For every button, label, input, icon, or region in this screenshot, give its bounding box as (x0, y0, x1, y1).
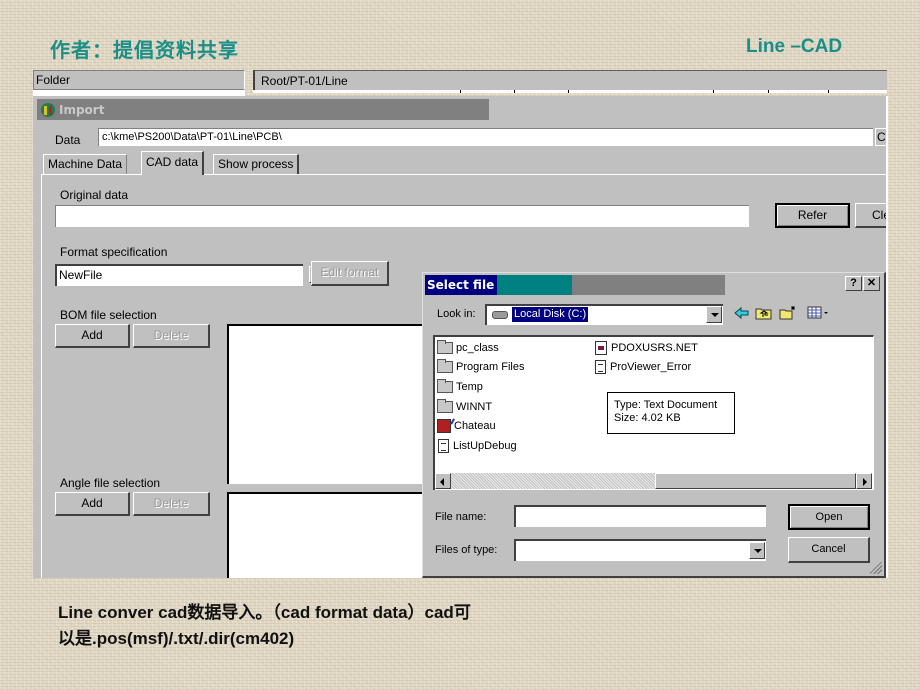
bom-add-button[interactable]: Add (55, 324, 130, 348)
caption-line-2: 以是.pos(msf)/.txt/.dir(cm402) (58, 629, 295, 648)
look-in-value: Local Disk (C:) (510, 306, 590, 323)
list-item[interactable]: pc_class (437, 339, 499, 357)
open-button[interactable]: Open (788, 504, 870, 530)
file-name: Program Files (456, 361, 525, 373)
file-name: ListUpDebug (453, 440, 517, 452)
tab-panel-border-left (41, 174, 42, 578)
new-folder-icon[interactable] (779, 305, 797, 321)
look-in-select[interactable]: Local Disk (C:) (485, 304, 723, 325)
text-document-icon (438, 439, 449, 453)
original-data-field[interactable] (55, 205, 749, 227)
clear-button[interactable]: Clear (855, 203, 886, 228)
scroll-left-icon[interactable] (435, 473, 451, 489)
folder-icon (437, 399, 453, 413)
scroll-track[interactable] (451, 473, 856, 489)
data-side-button[interactable]: C (875, 128, 886, 146)
refer-button[interactable]: Refer (775, 203, 850, 228)
slide-title-topic: Line –CAD (746, 36, 843, 57)
folder-column-header[interactable]: Folder (33, 70, 245, 90)
list-item[interactable]: Chateau (437, 417, 496, 435)
scroll-right-icon[interactable] (856, 473, 872, 489)
bom-delete-button[interactable]: Delete (133, 324, 210, 348)
file-name: WINNT (456, 401, 493, 413)
file-tooltip: Type: Text Document Size: 4.02 KB (607, 392, 735, 434)
close-button[interactable]: ✕ (863, 276, 880, 291)
files-of-type-select[interactable] (514, 539, 766, 561)
titlebar-gradient (497, 275, 572, 295)
edit-format-button[interactable]: Edit format (311, 261, 389, 286)
help-button[interactable]: ? (845, 276, 862, 291)
list-item[interactable]: Program Files (437, 358, 524, 376)
format-spec-select[interactable]: NewFile (55, 264, 325, 286)
original-data-label: Original data (60, 188, 129, 202)
column-header-divider (253, 90, 887, 93)
tooltip-size: Size: 4.02 KB (614, 412, 681, 424)
bom-file-label: BOM file selection (60, 308, 157, 322)
look-in-label: Look in: (437, 308, 476, 320)
list-item[interactable]: ListUpDebug (438, 437, 517, 455)
import-title: Import (59, 102, 105, 117)
angle-file-label: Angle file selection (60, 476, 161, 490)
slide-title-author: 作者：提倡资料共享 (50, 38, 239, 62)
view-menu-icon[interactable] (807, 305, 831, 321)
file-name-label: File name: (435, 511, 487, 523)
tab-machine-data[interactable]: Machine Data (43, 154, 128, 174)
list-item[interactable]: WINNT (437, 398, 492, 416)
bom-file-list[interactable] (227, 324, 427, 484)
titlebar-gradient-end (572, 275, 725, 295)
tab-show-process[interactable]: Show process (213, 154, 300, 174)
select-file-dialog: Select file ? ✕ Look in: Local Disk (C:)… (422, 272, 886, 578)
resize-grip[interactable] (870, 562, 882, 574)
caption-line-1: Line conver cad数据导入。（cad format data）cad… (58, 603, 471, 622)
file-list[interactable]: pc_class Program Files Temp WINNT Chatea… (433, 335, 874, 490)
chevron-down-icon[interactable] (749, 542, 765, 559)
text-document-icon (595, 360, 606, 374)
slide-caption: Line conver cad数据导入。（cad format data）cad… (58, 600, 471, 652)
scroll-thumb[interactable] (655, 473, 856, 489)
list-item[interactable]: ProViewer_Error (595, 358, 691, 376)
back-arrow-icon[interactable] (733, 305, 751, 321)
format-spec-value: NewFile (59, 268, 103, 282)
local-disk-icon (492, 311, 508, 319)
angle-add-button[interactable]: Add (55, 492, 130, 516)
horizontal-scrollbar[interactable] (435, 473, 872, 490)
folder-icon (437, 379, 453, 393)
angle-delete-button[interactable]: Delete (133, 492, 210, 516)
select-file-title: Select file (425, 275, 497, 295)
titlebar-spacer (489, 99, 886, 120)
data-label: Data (55, 133, 81, 147)
file-name: Temp (456, 381, 483, 393)
select-file-titlebar[interactable]: Select file (425, 275, 725, 295)
file-name: pc_class (456, 342, 499, 354)
tab-cad-data[interactable]: CAD data (141, 151, 205, 175)
file-name: ProViewer_Error (610, 361, 692, 373)
net-file-icon (595, 341, 607, 355)
file-name-input[interactable] (514, 505, 766, 527)
data-path-field[interactable]: c:\kme\PS200\Data\PT-01\Line\PCB\ (98, 128, 873, 146)
format-spec-label: Format specification (60, 245, 168, 259)
file-name: PDOXUSRS.NET (611, 342, 698, 354)
chevron-down-icon[interactable] (706, 306, 722, 323)
list-item[interactable]: Temp (437, 378, 483, 396)
cancel-button[interactable]: Cancel (788, 537, 870, 563)
app-icon (437, 419, 451, 433)
folder-icon (437, 359, 453, 373)
app-icon (40, 102, 56, 118)
import-titlebar[interactable]: Import (37, 99, 489, 120)
angle-file-list[interactable] (227, 492, 427, 578)
up-folder-icon[interactable] (755, 305, 773, 321)
folder-icon (437, 340, 453, 354)
file-name: Chateau (454, 420, 496, 432)
files-of-type-label: Files of type: (435, 544, 498, 556)
list-item[interactable]: PDOXUSRS.NET (595, 339, 698, 357)
tooltip-type: Type: Text Document (614, 399, 718, 411)
path-header: Root/PT-01/Line (253, 70, 887, 92)
